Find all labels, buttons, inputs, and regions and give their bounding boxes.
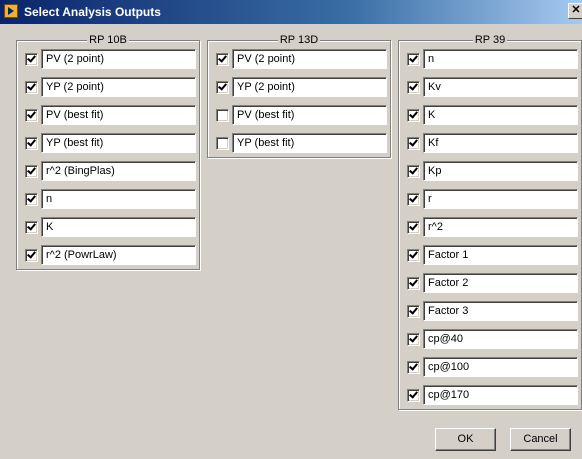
option-label-field[interactable]: n bbox=[41, 189, 196, 209]
option-label-field[interactable]: cp@170 bbox=[423, 385, 578, 405]
option-label-field[interactable]: r bbox=[423, 189, 578, 209]
option-checkbox[interactable] bbox=[407, 53, 420, 66]
ok-button[interactable]: OK bbox=[435, 428, 496, 451]
option-label-field[interactable]: PV (2 point) bbox=[232, 49, 387, 69]
group-title: RP 13D bbox=[277, 34, 321, 46]
group-rp13d: RP 13D PV (2 point) YP (2 point) PV (best … bbox=[207, 34, 391, 158]
option-checkbox[interactable] bbox=[407, 361, 420, 374]
cancel-button[interactable]: Cancel bbox=[510, 428, 571, 451]
option-row: K bbox=[399, 105, 579, 125]
option-label-field[interactable]: Factor 3 bbox=[423, 301, 578, 321]
title-bar[interactable]: Select Analysis Outputs ✕ bbox=[0, 0, 582, 24]
option-checkbox[interactable] bbox=[407, 277, 420, 290]
app-icon bbox=[4, 4, 18, 18]
option-checkbox[interactable] bbox=[407, 165, 420, 178]
option-row: r bbox=[399, 189, 579, 209]
window-title: Select Analysis Outputs bbox=[24, 5, 161, 19]
option-checkbox[interactable] bbox=[25, 249, 38, 262]
option-row: PV (best fit) bbox=[208, 105, 388, 125]
option-row: r^2 (PowrLaw) bbox=[17, 245, 197, 265]
option-label-field[interactable]: r^2 (PowrLaw) bbox=[41, 245, 196, 265]
option-label-field[interactable]: PV (best fit) bbox=[41, 105, 196, 125]
group-rp39: RP 39 n Kv K Kf Kp r r^2 Factor 1 Factor 2 Factor… bbox=[398, 34, 582, 410]
option-row: YP (2 point) bbox=[17, 77, 197, 97]
option-checkbox[interactable] bbox=[216, 81, 229, 94]
option-label-field[interactable]: r^2 bbox=[423, 217, 578, 237]
option-label-field[interactable]: Kp bbox=[423, 161, 578, 181]
option-checkbox[interactable] bbox=[216, 137, 229, 150]
option-row: r^2 bbox=[399, 217, 579, 237]
option-checkbox[interactable] bbox=[407, 389, 420, 402]
option-label-field[interactable]: K bbox=[41, 217, 196, 237]
option-label-field[interactable]: Factor 1 bbox=[423, 245, 578, 265]
option-row: cp@170 bbox=[399, 385, 579, 405]
option-checkbox[interactable] bbox=[407, 137, 420, 150]
option-row: K bbox=[17, 217, 197, 237]
option-row: r^2 (BingPlas) bbox=[17, 161, 197, 181]
option-label-field[interactable]: PV (best fit) bbox=[232, 105, 387, 125]
option-checkbox[interactable] bbox=[407, 109, 420, 122]
option-row: Kp bbox=[399, 161, 579, 181]
option-label-field[interactable]: r^2 (BingPlas) bbox=[41, 161, 196, 181]
option-label-field[interactable]: Kf bbox=[423, 133, 578, 153]
option-label-field[interactable]: YP (best fit) bbox=[232, 133, 387, 153]
option-row: Factor 1 bbox=[399, 245, 579, 265]
option-checkbox[interactable] bbox=[25, 53, 38, 66]
option-checkbox[interactable] bbox=[407, 81, 420, 94]
option-label-field[interactable]: n bbox=[423, 49, 578, 69]
option-row: n bbox=[17, 189, 197, 209]
option-checkbox[interactable] bbox=[25, 109, 38, 122]
option-checkbox[interactable] bbox=[25, 165, 38, 178]
option-row: YP (best fit) bbox=[208, 133, 388, 153]
option-checkbox[interactable] bbox=[407, 333, 420, 346]
option-row: YP (best fit) bbox=[17, 133, 197, 153]
option-checkbox[interactable] bbox=[25, 81, 38, 94]
group-rp10b: RP 10B PV (2 point) YP (2 point) PV (best … bbox=[16, 34, 200, 270]
option-row: YP (2 point) bbox=[208, 77, 388, 97]
option-row: Kf bbox=[399, 133, 579, 153]
option-row: PV (best fit) bbox=[17, 105, 197, 125]
option-label-field[interactable]: cp@100 bbox=[423, 357, 578, 377]
option-row: PV (2 point) bbox=[208, 49, 388, 69]
option-row: Factor 2 bbox=[399, 273, 579, 293]
option-row: n bbox=[399, 49, 579, 69]
dialog-window: Select Analysis Outputs ✕ RP 10B PV (2 p… bbox=[0, 0, 582, 459]
option-label-field[interactable]: Factor 2 bbox=[423, 273, 578, 293]
option-checkbox[interactable] bbox=[25, 193, 38, 206]
option-checkbox[interactable] bbox=[25, 221, 38, 234]
option-checkbox[interactable] bbox=[25, 137, 38, 150]
option-checkbox[interactable] bbox=[407, 305, 420, 318]
option-row: Kv bbox=[399, 77, 579, 97]
option-checkbox[interactable] bbox=[407, 193, 420, 206]
option-label-field[interactable]: YP (2 point) bbox=[41, 77, 196, 97]
option-label-field[interactable]: Kv bbox=[423, 77, 578, 97]
option-label-field[interactable]: YP (2 point) bbox=[232, 77, 387, 97]
option-label-field[interactable]: YP (best fit) bbox=[41, 133, 196, 153]
option-checkbox[interactable] bbox=[407, 221, 420, 234]
group-title: RP 39 bbox=[472, 34, 508, 46]
option-checkbox[interactable] bbox=[216, 53, 229, 66]
group-title: RP 10B bbox=[87, 34, 129, 46]
option-row: Factor 3 bbox=[399, 301, 579, 321]
close-button[interactable]: ✕ bbox=[568, 3, 582, 19]
option-label-field[interactable]: cp@40 bbox=[423, 329, 578, 349]
option-row: PV (2 point) bbox=[17, 49, 197, 69]
option-checkbox[interactable] bbox=[407, 249, 420, 262]
option-checkbox[interactable] bbox=[216, 109, 229, 122]
option-row: cp@100 bbox=[399, 357, 579, 377]
option-label-field[interactable]: PV (2 point) bbox=[41, 49, 196, 69]
option-label-field[interactable]: K bbox=[423, 105, 578, 125]
option-row: cp@40 bbox=[399, 329, 579, 349]
